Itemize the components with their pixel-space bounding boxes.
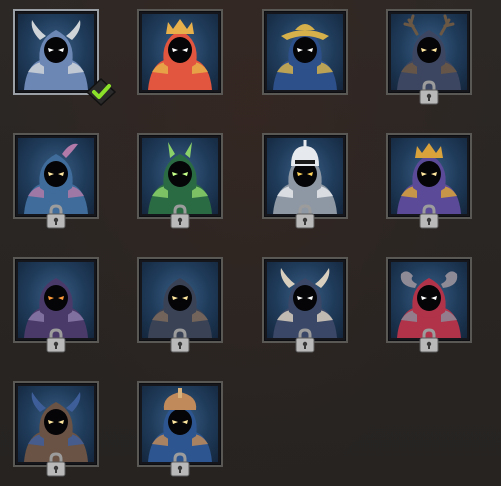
character-slot-purple-hood[interactable] [13,257,99,353]
lock-icon [45,328,67,354]
character-portrait-purple-hood [18,262,94,338]
lock-icon [169,204,191,230]
character-portrait-forest [142,138,218,214]
character-slot-forest[interactable] [137,133,223,229]
lock-icon [418,204,440,230]
lock-icon [45,452,67,478]
character-portrait-viking [18,14,94,90]
character-portrait-gladiator [142,386,218,462]
character-portrait-antlered [391,14,467,90]
lock-icon [45,204,67,230]
character-slot-royal[interactable] [137,9,223,95]
lock-icon [294,204,316,230]
lock-icon [418,328,440,354]
character-slot-sorcerer[interactable] [386,133,472,229]
character-portrait-skull-shaman [267,262,343,338]
character-slot-gladiator[interactable] [137,381,223,477]
lock-icon [169,328,191,354]
character-portrait-sorcerer [391,138,467,214]
character-slot-antlered[interactable] [386,9,472,105]
character-portrait-pirate [267,14,343,90]
checkmark-icon [85,77,117,107]
character-slot-viking[interactable] [13,9,117,107]
character-slot-pirate[interactable] [262,9,348,95]
character-portrait-royal [142,14,218,90]
character-portrait-horned-warrior [18,386,94,462]
lock-icon [418,80,440,106]
character-grid [0,0,501,486]
character-portrait-red-ram [391,262,467,338]
character-portrait-knight [267,138,343,214]
character-slot-knight[interactable] [262,133,348,229]
character-slot-rogue[interactable] [137,257,223,353]
character-slot-horned-warrior[interactable] [13,381,99,477]
character-portrait-rogue [142,262,218,338]
lock-icon [294,328,316,354]
character-slot-red-ram[interactable] [386,257,472,353]
lock-icon [169,452,191,478]
character-slot-skull-shaman[interactable] [262,257,348,353]
character-slot-feathered[interactable] [13,133,99,229]
character-portrait-feathered [18,138,94,214]
